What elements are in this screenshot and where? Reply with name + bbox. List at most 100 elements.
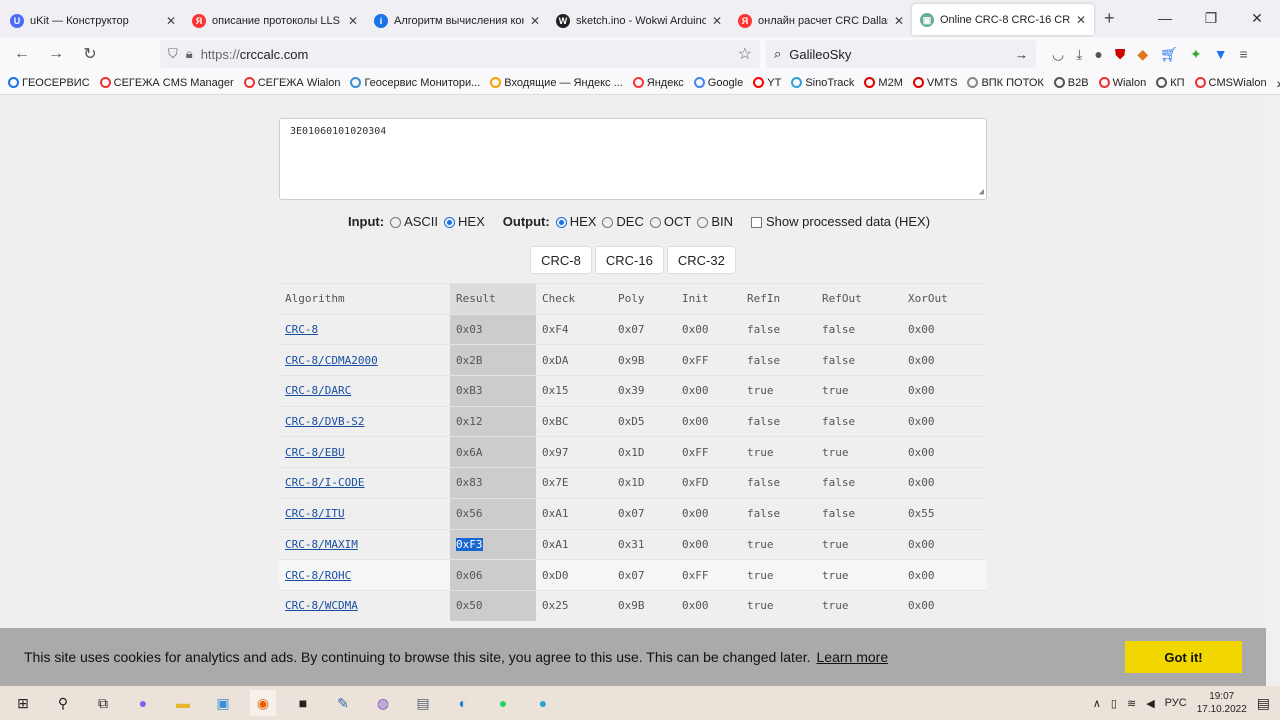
bookmark-item[interactable]: ВПК ПОТОК (967, 77, 1044, 89)
got-it-button[interactable]: Got it! (1125, 641, 1242, 673)
clock[interactable]: 19:07 17.10.2022 (1197, 690, 1247, 716)
input-textarea[interactable]: 3E01060101020304 ◢ (279, 118, 987, 200)
algorithm-link[interactable]: CRC-8/MAXIM (285, 538, 358, 551)
bookmark-label: Google (707, 76, 744, 89)
bookmark-item[interactable]: СЕГЕЖА CMS Manager (99, 77, 234, 89)
forward-icon[interactable]: → (42, 45, 70, 63)
terminal-icon[interactable]: ■ (290, 690, 316, 716)
bookmark-item[interactable]: CMSWialon (1194, 77, 1267, 89)
algorithm-link[interactable]: CRC-8/ROHC (285, 569, 351, 582)
star-icon[interactable]: ☆ (738, 44, 752, 64)
account-icon[interactable]: ● (1094, 46, 1102, 63)
algorithm-link[interactable]: CRC-8/I-CODE (285, 476, 364, 489)
bookmark-item[interactable]: YT (753, 77, 781, 89)
bookmark-item[interactable]: VMTS (912, 77, 957, 89)
bookmark-item[interactable]: SinoTrack (791, 77, 854, 89)
remote-desktop-icon[interactable]: ▣ (210, 690, 236, 716)
radio-output-bin[interactable]: BIN (697, 214, 733, 229)
selected-result[interactable]: 0xF3 (456, 537, 483, 551)
browser-tab[interactable]: ▣ Online CRC-8 CRC-16 CRC-32 C ✕ (912, 4, 1094, 35)
download-icon[interactable]: ⤓ (1076, 46, 1082, 63)
metamask-icon[interactable]: ◆ (1137, 46, 1148, 63)
bookmark-item[interactable]: КП (1156, 77, 1185, 89)
bookmark-item[interactable]: Яндекс (632, 77, 684, 89)
bookmark-item[interactable]: Google (693, 76, 744, 89)
algorithm-link[interactable]: CRC-8/DARC (285, 384, 351, 397)
viber-icon[interactable]: ◍ (370, 690, 396, 716)
cart-icon[interactable]: 🛒︎ (1160, 46, 1178, 63)
task-view-icon[interactable]: ⧉ (90, 690, 116, 716)
pocket-icon[interactable]: ◡ (1052, 46, 1064, 63)
close-window-button[interactable]: ✕ (1234, 0, 1280, 36)
editor-icon[interactable]: ✎ (330, 690, 356, 716)
search-icon[interactable]: ⚲ (50, 690, 76, 716)
browser-tab[interactable]: i Алгоритм вычисления контр ✕ (366, 4, 548, 37)
whatsapp-icon[interactable]: ● (490, 690, 516, 716)
close-tab-icon[interactable]: ✕ (166, 14, 176, 28)
bookmark-item[interactable]: Геосервис Монитори... (350, 77, 480, 89)
browser-tab[interactable]: Яописание протоколы LLS — Я ✕ (184, 4, 366, 37)
radio-output-oct[interactable]: OCT (649, 214, 691, 229)
volume-icon[interactable]: ◀ (1146, 697, 1154, 710)
resize-grip-icon[interactable]: ◢ (979, 187, 984, 197)
restore-button[interactable]: ❐ (1188, 0, 1234, 36)
bookmark-item[interactable]: M2M (864, 77, 903, 89)
algorithm-link[interactable]: CRC-8/WCDMA (285, 599, 358, 612)
close-tab-icon[interactable]: ✕ (348, 14, 358, 28)
crc16-button[interactable]: CRC-16 (594, 246, 664, 274)
firefox-icon[interactable]: ◉ (250, 690, 276, 716)
bookmark-item[interactable]: СЕГЕЖА Wialon (243, 77, 340, 89)
go-arrow-icon[interactable]: → (1015, 47, 1028, 62)
scrollbar[interactable] (1266, 96, 1280, 686)
notifications-icon[interactable]: ▤ (1257, 695, 1270, 712)
radio-input-hex[interactable]: HEX (444, 214, 485, 229)
crc8-button[interactable]: CRC-8 (530, 246, 592, 274)
extension-icon[interactable]: ✦ (1190, 46, 1202, 63)
crc32-button[interactable]: CRC-32 (666, 246, 736, 274)
battery-icon[interactable]: ▯ (1111, 697, 1117, 710)
close-tab-icon[interactable]: ✕ (894, 14, 904, 28)
wifi-icon[interactable]: ≋ (1127, 697, 1136, 710)
close-tab-icon[interactable]: ✕ (712, 14, 722, 28)
minimize-button[interactable]: — (1142, 0, 1188, 36)
edge-icon[interactable]: ◐ (450, 690, 476, 716)
browser-tab[interactable]: UuKit — Конструктор ✕ (2, 4, 184, 37)
learn-more-link[interactable]: Learn more (817, 649, 889, 665)
ublock-icon[interactable]: ⛊ (1115, 46, 1126, 63)
search-input[interactable]: ⌕ GalileoSky → (766, 40, 1036, 68)
windows-start-icon[interactable]: ⊞ (10, 690, 36, 716)
algorithm-link[interactable]: CRC-8 (285, 323, 318, 336)
table-cell: 0x03 (450, 313, 536, 345)
radio-output-hex[interactable]: HEX (555, 214, 596, 229)
tray-chevron-icon[interactable]: ∧ (1093, 697, 1101, 710)
close-tab-icon[interactable]: ✕ (530, 14, 540, 28)
browser-tab[interactable]: Яонлайн расчет CRC Dallas API ✕ (730, 4, 912, 37)
explorer-icon[interactable]: ▬ (170, 690, 196, 716)
algorithm-link[interactable]: CRC-8/DVB-S2 (285, 415, 364, 428)
vpn-icon[interactable]: ▼ (1214, 46, 1228, 63)
tab-title: Алгоритм вычисления контр (394, 14, 524, 27)
address-bar[interactable]: ⛉ 🔒︎ https://crccalc.com ☆ (160, 40, 760, 68)
bookmark-item[interactable]: Входящие — Яндекс ... (490, 77, 623, 89)
new-tab-button[interactable]: + (1104, 8, 1115, 29)
alice-icon[interactable]: ● (130, 690, 156, 716)
calculator-icon[interactable]: ▤ (410, 690, 436, 716)
reload-icon[interactable]: ↻ (76, 44, 104, 64)
algorithm-link[interactable]: CRC-8/EBU (285, 446, 345, 459)
close-tab-icon[interactable]: ✕ (1076, 13, 1086, 27)
radio-input-ascii[interactable]: ASCII (390, 214, 438, 229)
bookmark-item[interactable]: Wialon (1098, 77, 1146, 89)
algorithm-link[interactable]: CRC-8/CDMA2000 (285, 354, 378, 367)
more-bookmarks-icon[interactable]: » (1277, 75, 1280, 91)
algorithm-link[interactable]: CRC-8/ITU (285, 507, 345, 520)
menu-icon[interactable]: ≡ (1240, 46, 1248, 63)
table-cell: 0x00 (902, 344, 987, 376)
back-icon[interactable]: ← (8, 45, 36, 63)
telegram-icon[interactable]: ● (530, 690, 556, 716)
browser-tab[interactable]: Wsketch.ino - Wokwi Arduino and ✕ (548, 4, 730, 37)
bookmark-item[interactable]: ГЕОСЕРВИС (8, 77, 90, 89)
radio-output-dec[interactable]: DEC (602, 214, 644, 229)
show-processed-checkbox[interactable]: Show processed data (HEX) (739, 214, 930, 229)
language-indicator[interactable]: РУС (1165, 697, 1187, 709)
bookmark-item[interactable]: B2B (1053, 77, 1089, 89)
